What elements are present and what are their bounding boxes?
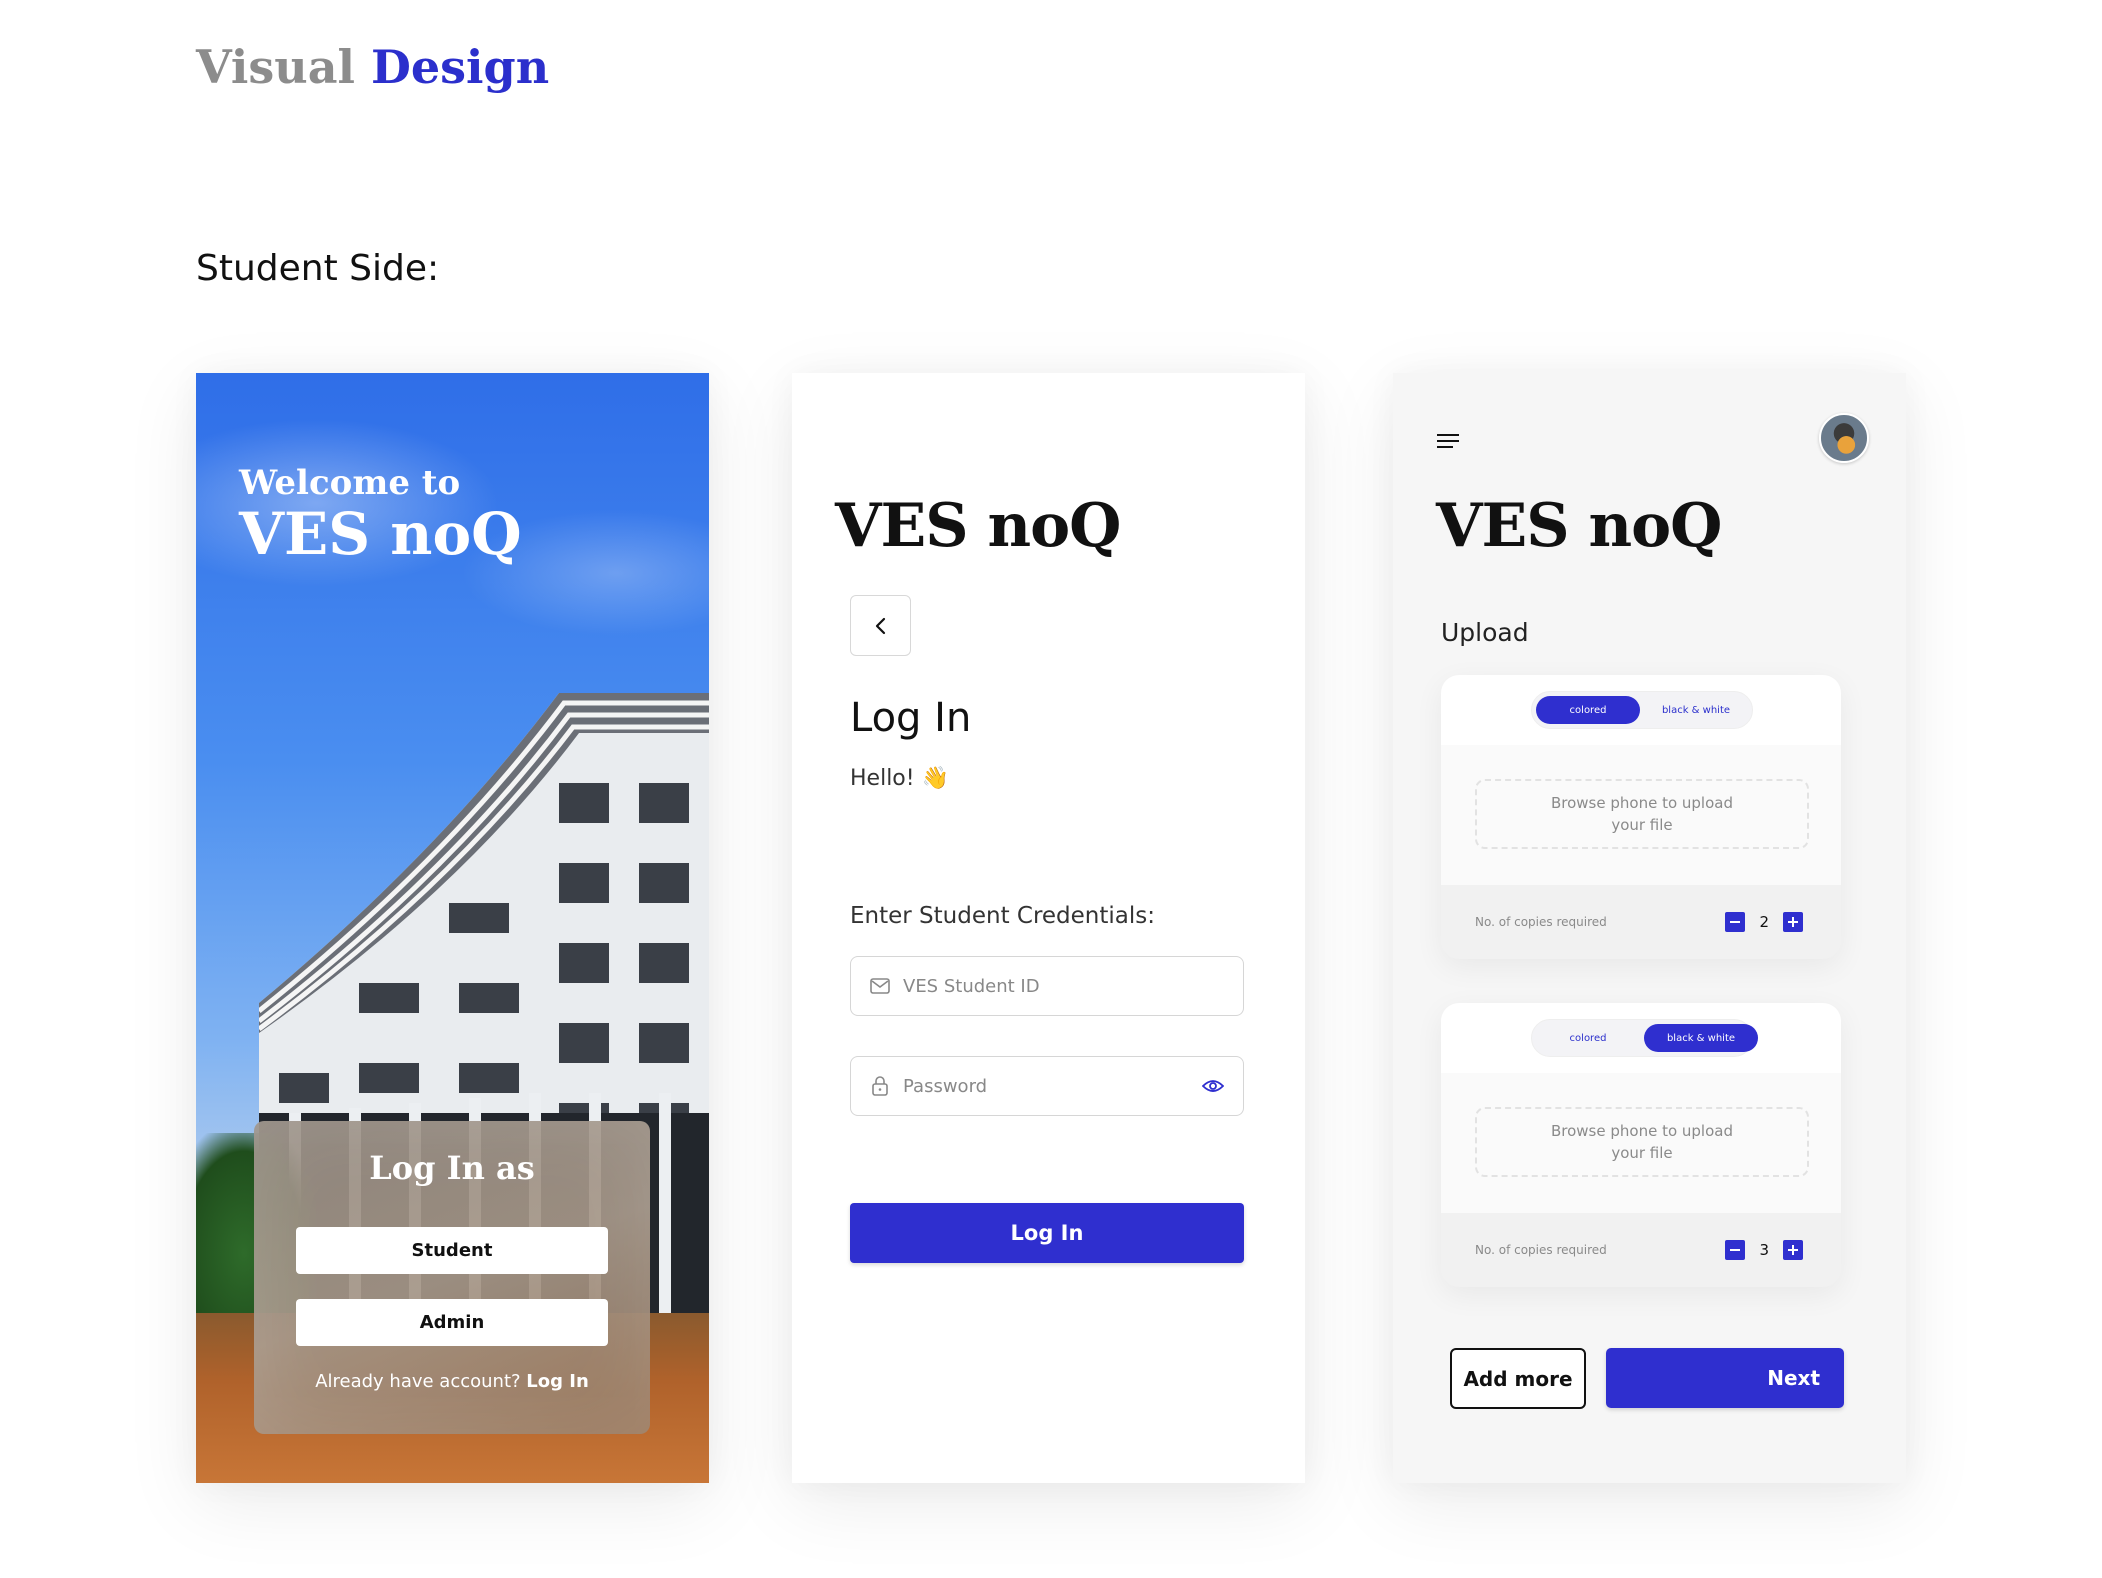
card-body: Browse phone to upload your file — [1441, 1073, 1841, 1213]
color-mode-toggle: colored black & white — [1531, 1019, 1758, 1057]
login-screen: VES noQ Log In Hello! 👋 Enter Student Cr… — [792, 373, 1305, 1483]
welcome-screen: Welcome to VES noQ Log In as Student Adm… — [196, 373, 709, 1483]
lock-icon — [869, 1075, 891, 1097]
card-body: Browse phone to upload your file — [1441, 745, 1841, 885]
brand-title: VES noQ — [835, 491, 1121, 561]
minus-icon — [1730, 1249, 1741, 1251]
black-white-option[interactable]: black & white — [1644, 696, 1748, 724]
student-id-field[interactable]: VES Student ID — [850, 956, 1244, 1016]
account-footer: Already have account? Log In — [254, 1371, 650, 1392]
decrement-button[interactable] — [1725, 912, 1746, 932]
brand-title: VES noQ — [1436, 491, 1722, 561]
page-title-part2: Design — [371, 40, 550, 94]
plus-icon — [1788, 1245, 1798, 1255]
copies-stepper: 3 — [1725, 1240, 1803, 1260]
password-field[interactable]: Password — [850, 1056, 1244, 1116]
section-label: Student Side: — [196, 248, 440, 289]
upload-card: colored black & white Browse phone to up… — [1441, 675, 1841, 959]
copies-label: No. of copies required — [1475, 1243, 1607, 1257]
credentials-label: Enter Student Credentials: — [850, 903, 1156, 929]
back-button[interactable] — [850, 595, 911, 656]
welcome-brand: VES noQ — [239, 500, 522, 568]
upload-screen: VES noQ Upload colored black & white Bro… — [1393, 373, 1906, 1483]
increment-button[interactable] — [1783, 1240, 1803, 1260]
avatar[interactable] — [1819, 413, 1869, 463]
black-white-option[interactable]: black & white — [1644, 1024, 1758, 1052]
file-drop-zone[interactable]: Browse phone to upload your file — [1475, 779, 1809, 849]
card-header: colored black & white — [1441, 675, 1841, 745]
add-more-button[interactable]: Add more — [1450, 1348, 1586, 1409]
increment-button[interactable] — [1783, 912, 1803, 932]
card-footer: No. of copies required 3 — [1441, 1213, 1841, 1287]
login-heading: Log In — [850, 695, 972, 741]
login-button[interactable]: Log In — [850, 1203, 1244, 1263]
mail-icon — [869, 975, 891, 997]
card-footer: No. of copies required 2 — [1441, 885, 1841, 959]
student-id-placeholder: VES Student ID — [903, 975, 1040, 997]
colored-option[interactable]: colored — [1536, 696, 1640, 724]
login-as-panel: Log In as Student Admin Already have acc… — [254, 1121, 650, 1434]
plus-icon — [1788, 917, 1798, 927]
copies-stepper: 2 — [1725, 912, 1803, 932]
upload-card: colored black & white Browse phone to up… — [1441, 1003, 1841, 1287]
page-title: Visual Design — [196, 40, 549, 94]
card-header: colored black & white — [1441, 1003, 1841, 1073]
account-footer-text: Already have account? — [315, 1371, 521, 1392]
page-title-part1: Visual — [196, 40, 355, 94]
welcome-heading: Welcome to VES noQ — [239, 463, 522, 563]
colored-option[interactable]: colored — [1536, 1024, 1640, 1052]
copies-value: 2 — [1759, 913, 1769, 931]
admin-button[interactable]: Admin — [296, 1299, 608, 1346]
password-placeholder: Password — [903, 1075, 988, 1097]
color-mode-toggle: colored black & white — [1531, 691, 1753, 729]
file-drop-zone[interactable]: Browse phone to upload your file — [1475, 1107, 1809, 1177]
upload-label: Upload — [1441, 618, 1529, 647]
menu-icon[interactable] — [1437, 431, 1461, 451]
copies-label: No. of copies required — [1475, 915, 1607, 929]
greeting-text: Hello! 👋 — [850, 766, 949, 791]
login-as-title: Log In as — [369, 1149, 535, 1187]
decrement-button[interactable] — [1725, 1240, 1746, 1260]
copies-value: 3 — [1759, 1241, 1769, 1259]
footer-login-link[interactable]: Log In — [526, 1371, 589, 1392]
eye-icon[interactable] — [1201, 1074, 1225, 1098]
minus-icon — [1730, 921, 1741, 923]
welcome-line: Welcome to — [239, 463, 461, 503]
next-button[interactable]: Next — [1606, 1348, 1844, 1408]
chevron-left-icon — [875, 617, 885, 634]
student-button[interactable]: Student — [296, 1227, 608, 1274]
